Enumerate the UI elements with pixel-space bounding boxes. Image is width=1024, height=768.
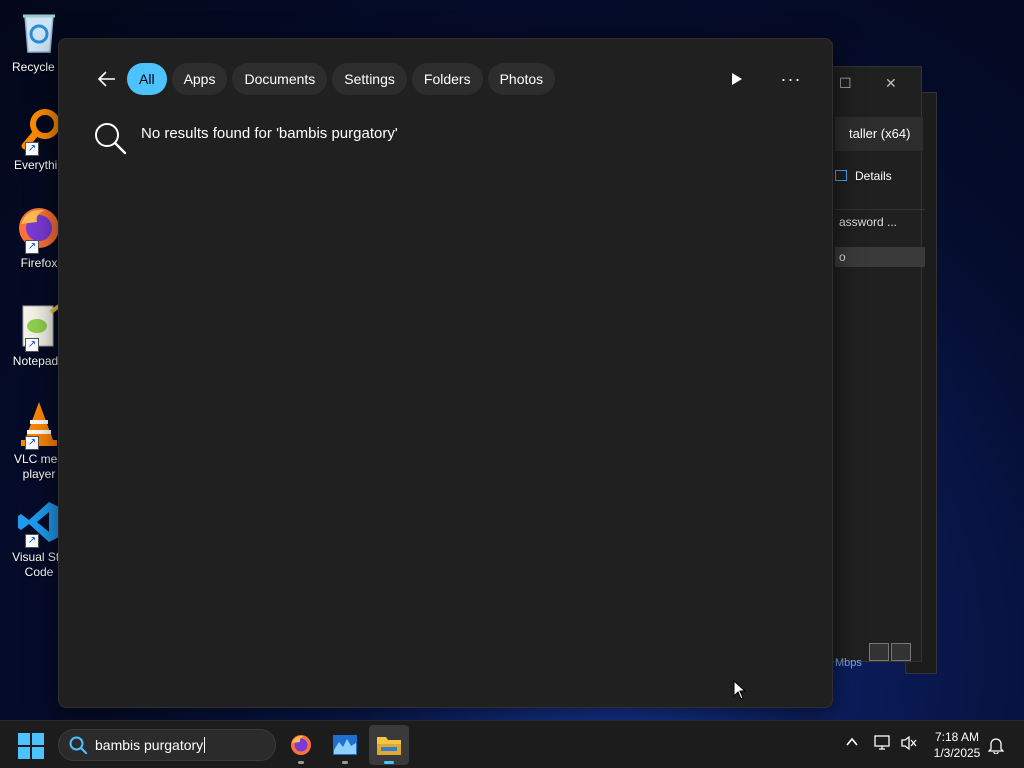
- filter-all[interactable]: All: [127, 63, 167, 95]
- taskbar-app-file-explorer[interactable]: [369, 725, 409, 765]
- mouse-cursor-icon: [733, 680, 747, 700]
- text-caret: [204, 737, 206, 753]
- firefox-icon: [291, 735, 311, 755]
- large-icons-view-icon[interactable]: [891, 643, 911, 661]
- close-icon[interactable]: ✕: [885, 75, 897, 92]
- maximize-icon[interactable]: ☐: [839, 75, 852, 92]
- column-header-label: assword ...: [839, 215, 898, 229]
- column-header[interactable]: assword ...: [835, 209, 925, 233]
- system-clock[interactable]: 7:18 AM 1/3/2025: [924, 729, 990, 761]
- play-button[interactable]: [725, 67, 749, 91]
- bell-icon: [987, 738, 1005, 755]
- filter-photos[interactable]: Photos: [487, 63, 556, 95]
- filter-folders[interactable]: Folders: [411, 63, 483, 95]
- details-view-icon[interactable]: [869, 643, 889, 661]
- details-button[interactable]: Details: [835, 169, 892, 183]
- windows-logo-icon: [18, 747, 30, 759]
- notifications-button[interactable]: [987, 736, 1005, 759]
- notepadpp-icon: ↗: [15, 302, 63, 352]
- back-arrow-icon: [97, 71, 115, 87]
- filter-apps[interactable]: Apps: [171, 63, 228, 95]
- taskbar-app-firefox[interactable]: [281, 725, 321, 765]
- windows-logo-icon: [32, 733, 44, 745]
- shortcut-arrow-icon: ↗: [25, 338, 39, 352]
- shortcut-arrow-icon: ↗: [25, 142, 39, 156]
- shortcut-arrow-icon: ↗: [25, 534, 39, 548]
- volume-muted-icon: [901, 735, 917, 751]
- details-pane-icon: [835, 170, 847, 181]
- back-button[interactable]: [93, 65, 121, 93]
- windows-logo-icon: [32, 747, 44, 759]
- file-explorer-icon: [377, 737, 401, 755]
- taskbar: bambis purgatory 7:18 AM 1/3/2025: [0, 720, 1024, 768]
- taskbar-app-task-manager[interactable]: [325, 725, 365, 765]
- vlc-icon: ↗: [15, 400, 63, 450]
- search-filter-bar: All Apps Documents Settings Folders Phot…: [127, 63, 556, 95]
- running-indicator: [342, 761, 348, 764]
- list-item[interactable]: o: [835, 247, 925, 267]
- background-explorer-window[interactable]: ☐ ✕ taller (x64) Details assword ... o M…: [820, 66, 925, 669]
- running-indicator: [298, 761, 304, 764]
- more-options-button[interactable]: ···: [777, 67, 805, 91]
- search-icon: [69, 736, 87, 754]
- network-button[interactable]: [874, 735, 892, 756]
- shortcut-arrow-icon: ↗: [25, 436, 39, 450]
- clock-date: 1/3/2025: [933, 746, 981, 760]
- filter-documents[interactable]: Documents: [232, 63, 328, 95]
- show-hidden-icons-button[interactable]: [845, 735, 859, 754]
- window-tab[interactable]: taller (x64): [835, 117, 923, 151]
- status-bar-text: Mbps: [835, 657, 862, 669]
- play-icon: [732, 73, 742, 85]
- shortcut-arrow-icon: ↗: [25, 240, 39, 254]
- everything-search-icon: ↗: [15, 106, 63, 156]
- search-flyout: All Apps Documents Settings Folders Phot…: [58, 38, 833, 708]
- firefox-icon: ↗: [15, 204, 63, 254]
- network-icon: [874, 735, 890, 750]
- running-indicator: [384, 761, 394, 764]
- search-query: bambis purgatory: [95, 737, 206, 753]
- filter-settings[interactable]: Settings: [332, 63, 407, 95]
- recycle-bin-icon: [15, 8, 63, 56]
- window-tab-label: taller (x64): [849, 126, 911, 141]
- no-results-text: No results found for 'bambis purgatory': [141, 124, 398, 142]
- task-manager-icon: [333, 735, 357, 755]
- taskbar-search-input[interactable]: bambis purgatory: [58, 729, 276, 761]
- more-icon: ···: [780, 68, 802, 89]
- windows-logo-icon: [18, 733, 30, 745]
- volume-button[interactable]: [900, 735, 918, 756]
- start-button[interactable]: [18, 733, 44, 759]
- details-label: Details: [855, 169, 892, 183]
- clock-time: 7:18 AM: [934, 730, 980, 744]
- list-item-text: o: [839, 250, 846, 264]
- vscode-icon: ↗: [15, 498, 63, 548]
- search-query-text: bambis purgatory: [95, 737, 204, 753]
- search-icon: [95, 123, 127, 155]
- no-results-message: No results found for 'bambis purgatory': [93, 121, 398, 155]
- chevron-up-icon: [846, 737, 858, 746]
